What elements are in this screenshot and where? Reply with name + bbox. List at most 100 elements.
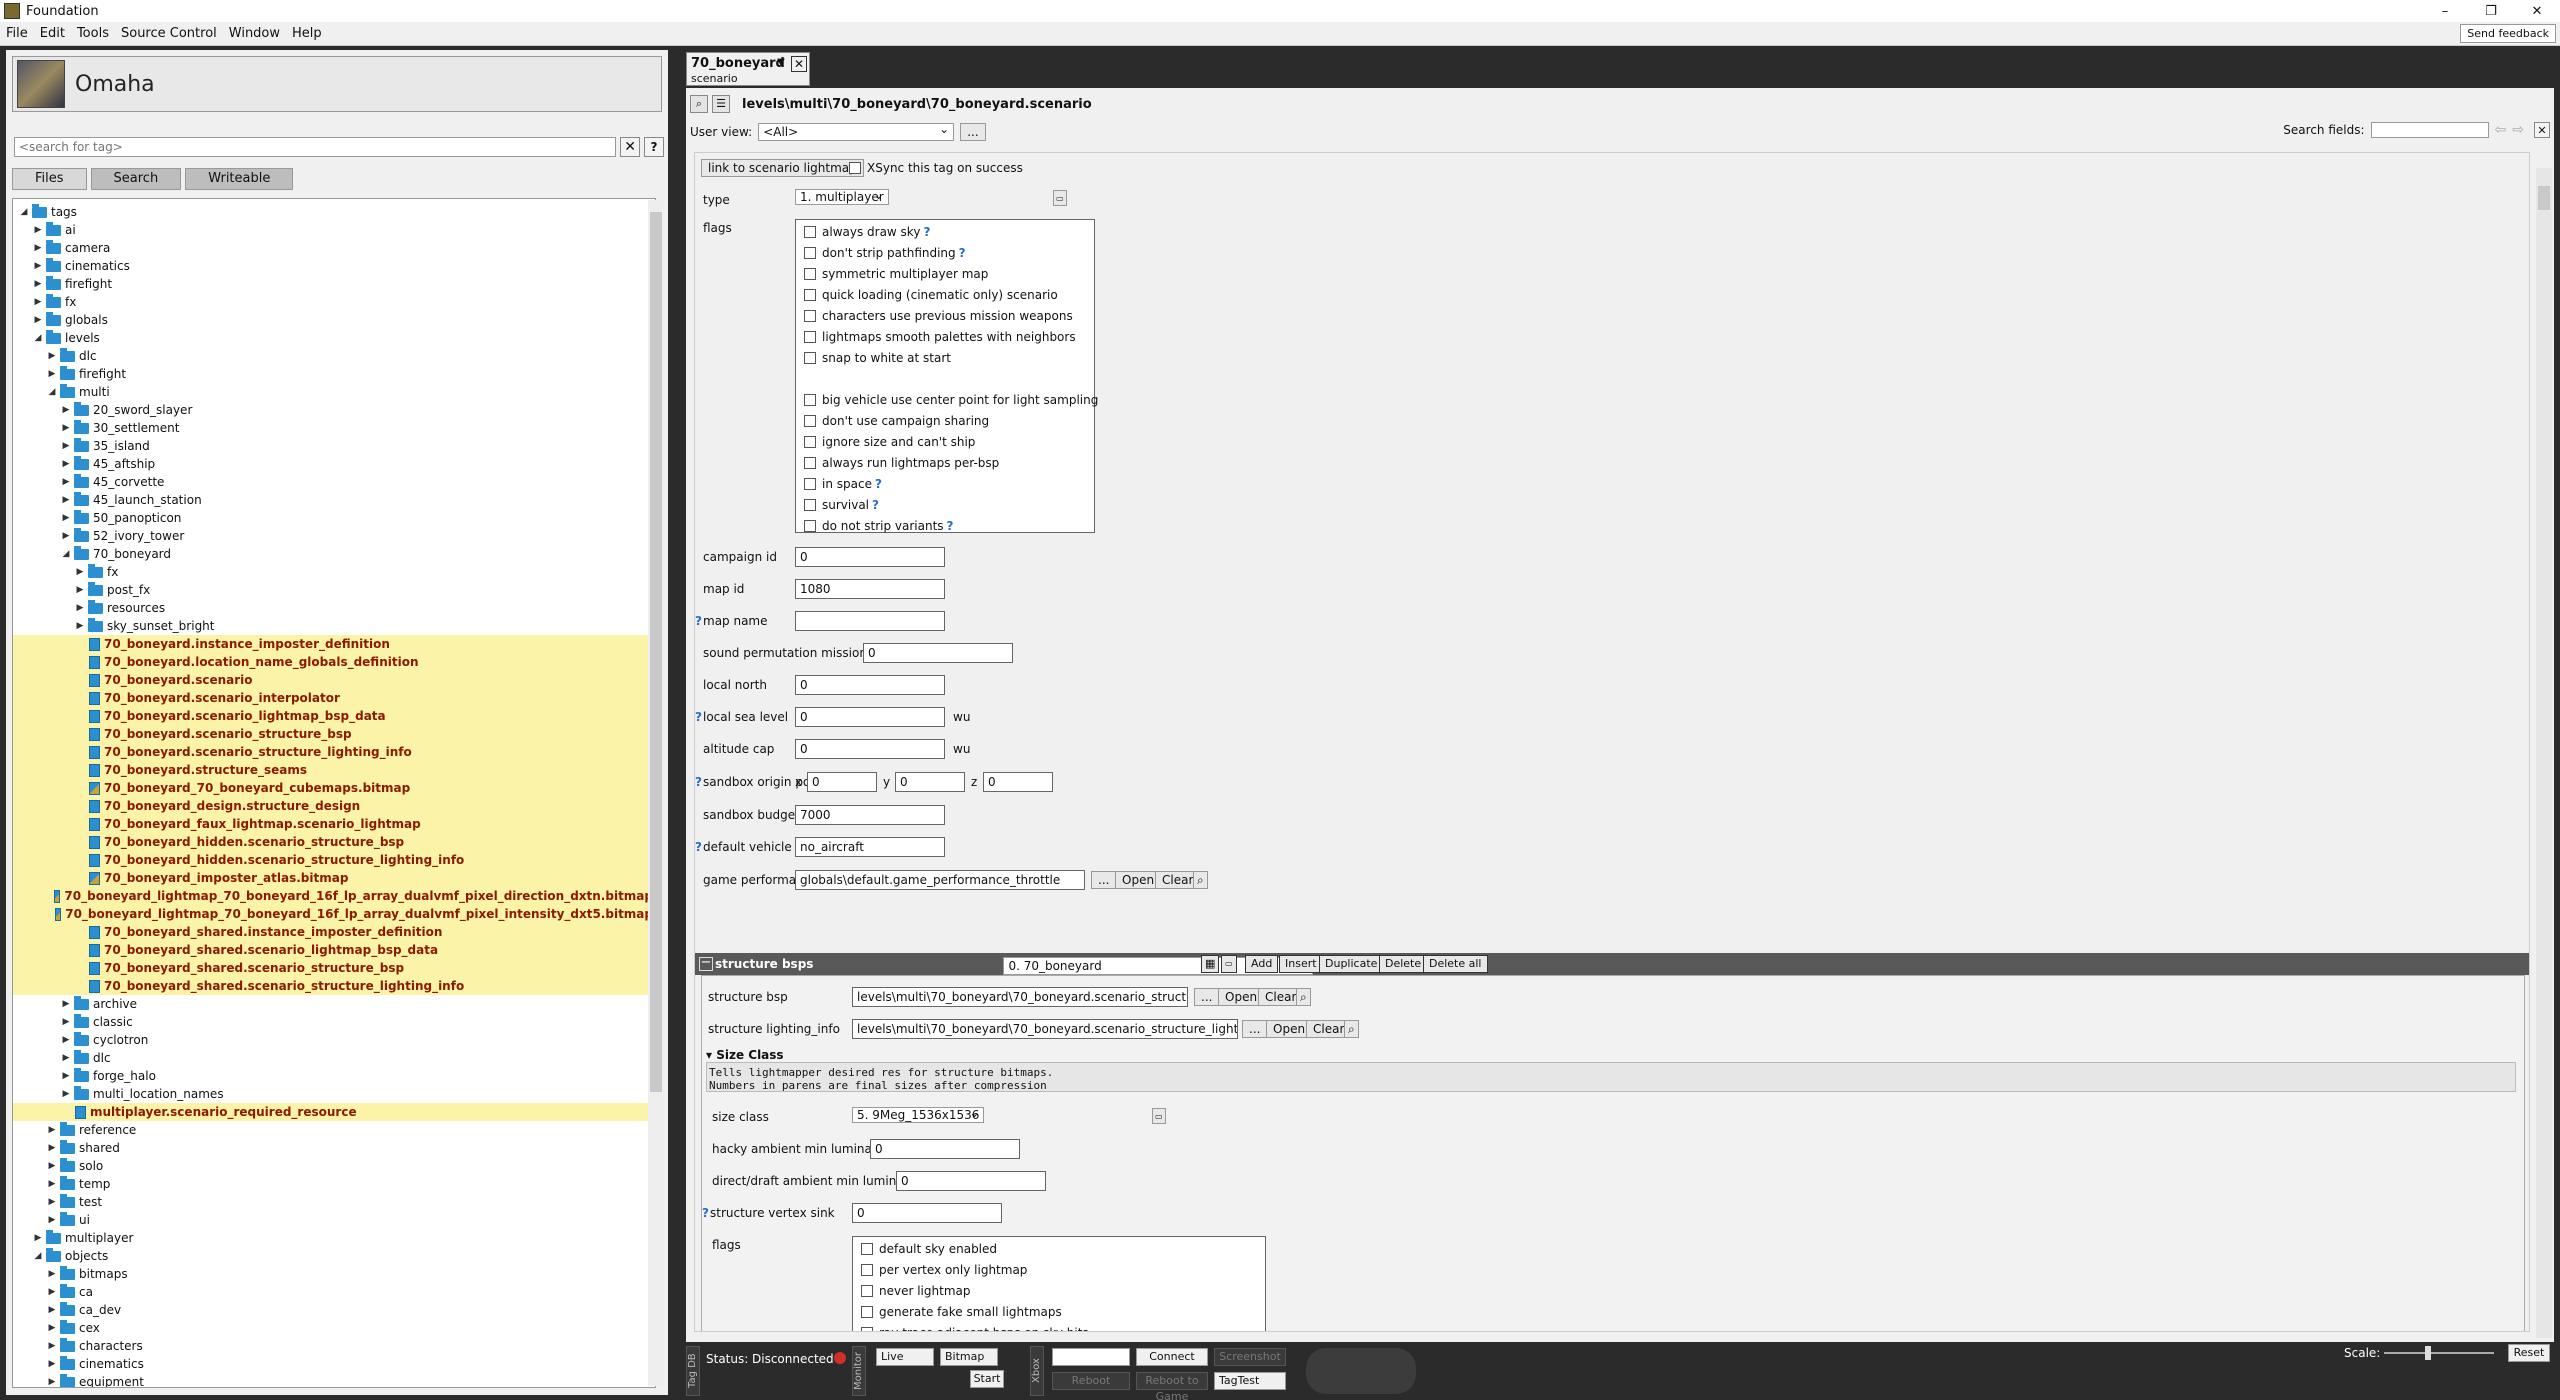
tree-file[interactable]: 70_boneyard.scenario_lightmap_bsp_data [13,707,653,725]
collapsed-arrow-icon[interactable]: ▶ [75,621,85,631]
list-view-icon[interactable]: ☰ [712,95,730,113]
expanded-arrow-icon[interactable]: ◢ [61,549,71,559]
flag-item[interactable]: snap to white at start [796,348,1094,369]
sandbox-origin-y-input[interactable]: 0 [895,772,965,792]
flag-item[interactable]: default sky enabled [853,1239,1265,1260]
collapsed-arrow-icon[interactable]: ▶ [61,441,71,451]
prev-arrow-icon[interactable]: ⇦ [2495,122,2507,138]
flag-item[interactable]: do not strip variants? [796,516,1094,537]
sound-permutation-input[interactable]: 0 [863,643,1013,663]
collapsed-arrow-icon[interactable]: ▶ [47,1179,57,1189]
collapsed-arrow-icon[interactable]: ▶ [33,261,43,271]
map-id-input[interactable]: 1080 [795,579,945,599]
flag-checkbox[interactable] [804,310,816,322]
collapsed-arrow-icon[interactable]: ▶ [75,603,85,613]
tree-file[interactable]: 70_boneyard.scenario_structure_lighting_… [13,743,653,761]
structure-bsp-input[interactable]: levels\multi\70_boneyard\70_boneyard.sce… [852,987,1188,1007]
restore-icon[interactable]: ❐ [2468,0,2514,22]
tree-file[interactable]: 70_boneyard.scenario_structure_bsp [13,725,653,743]
flag-item[interactable]: in space? [796,474,1094,495]
collapsed-arrow-icon[interactable]: ▶ [47,1359,57,1369]
help-icon[interactable]: ? [923,225,930,239]
chevron-down-icon[interactable]: ▼ [773,57,789,71]
flag-checkbox[interactable] [861,1327,873,1331]
add-button[interactable]: Add [1245,955,1279,973]
bitmap-select[interactable]: Bitmap [940,1348,998,1366]
tree-folder[interactable]: ▶ post_fx [13,581,653,599]
collapsed-arrow-icon[interactable]: ▶ [33,243,43,253]
game-performance-input[interactable]: globals\default.game_performance_throttl… [795,870,1085,890]
collapsed-arrow-icon[interactable]: ▶ [33,225,43,235]
xbox-address-input[interactable] [1052,1348,1130,1366]
flag-checkbox[interactable] [804,226,816,238]
start-button[interactable]: Start [970,1370,1004,1388]
tag-search-input[interactable] [14,137,617,157]
tree-folder[interactable]: ▶ ui [13,1211,653,1229]
connect-button[interactable]: Connect [1136,1348,1208,1366]
flag-checkbox[interactable] [861,1264,873,1276]
flag-item[interactable]: per vertex only lightmap [853,1260,1265,1281]
local-sea-level-input[interactable]: 0 [795,707,945,727]
help-icon[interactable]: ? [695,775,702,789]
tree-file[interactable]: 70_boneyard_shared.scenario_lightmap_bsp… [13,941,653,959]
help-icon[interactable]: ? [872,498,879,512]
help-icon[interactable]: ? [947,519,954,533]
flag-item[interactable]: don't strip pathfinding? [796,243,1094,264]
tree-folder[interactable]: ▶ multiplayer [13,1229,653,1247]
tree-folder[interactable]: ▶ dlc [13,1049,653,1067]
search-icon[interactable]: ⌕ [1193,871,1208,889]
reset-button[interactable]: Reset [2508,1344,2550,1362]
tree-folder[interactable]: ▶ cex [13,1319,653,1337]
structure-lighting-input[interactable]: levels\multi\70_boneyard\70_boneyard.sce… [852,1019,1238,1039]
collapsed-arrow-icon[interactable]: ▶ [47,1341,57,1351]
tree-file[interactable]: 70_boneyard.scenario [13,671,653,689]
tree-file[interactable]: multiplayer.scenario_required_resource [13,1103,653,1121]
tree-folder[interactable]: ▶ 35_island [13,437,653,455]
tree-folder[interactable]: ▶ firefight [13,365,653,383]
collapsed-arrow-icon[interactable]: ▶ [61,1089,71,1099]
tree-file[interactable]: 70_boneyard.scenario_interpolator [13,689,653,707]
tree-folder[interactable]: ▶ bitmaps [13,1265,653,1283]
menu-window[interactable]: Window [223,26,286,41]
scrollbar-thumb[interactable] [650,212,662,1092]
tree-file[interactable]: 70_boneyard.location_name_globals_defini… [13,653,653,671]
xsync-checkbox[interactable] [849,162,861,174]
collapsed-arrow-icon[interactable]: ▶ [61,477,71,487]
tree-file[interactable]: 70_boneyard_70_boneyard_cubemaps.bitmap [13,779,653,797]
tree-folder[interactable]: ▶ 52_ivory_tower [13,527,653,545]
flag-item[interactable]: don't use campaign sharing [796,411,1094,432]
flag-item[interactable]: ignore size and can't ship [796,432,1094,453]
tree-folder[interactable]: ▶ ai [13,221,653,239]
flag-checkbox[interactable] [804,478,816,490]
collapsed-arrow-icon[interactable]: ▶ [33,1233,43,1243]
tree-file[interactable]: 70_boneyard.instance_imposter_definition [13,635,653,653]
tree-folder[interactable]: ▶ shared [13,1139,653,1157]
sandbox-origin-x-input[interactable]: 0 [807,772,877,792]
tree-folder[interactable]: ▶ multi_location_names [13,1085,653,1103]
menu-tools[interactable]: Tools [71,26,115,41]
scale-slider-thumb[interactable] [2425,1346,2431,1360]
tree-file[interactable]: 70_boneyard_imposter_atlas.bitmap [13,869,653,887]
tree-folder[interactable]: ▶ sky_sunset_bright [13,617,653,635]
flag-checkbox[interactable] [804,268,816,280]
collapsed-arrow-icon[interactable]: ▶ [47,351,57,361]
collapse-icon[interactable]: − [699,956,713,971]
search-fields-input[interactable] [2370,122,2489,138]
collapsed-arrow-icon[interactable]: ▶ [47,1287,57,1297]
editor-scrollbar[interactable] [2536,168,2552,1338]
xbox-tab[interactable]: Xbox [1030,1346,1044,1396]
tree-folder[interactable]: ▶ 45_aftship [13,455,653,473]
tree-folder[interactable]: ▶ classic [13,1013,653,1031]
default-vehicle-set-input[interactable]: no_aircraft [795,837,945,857]
sandbox-origin-z-input[interactable]: 0 [983,772,1053,792]
flag-item[interactable]: survival? [796,495,1094,516]
collapsed-arrow-icon[interactable]: ▶ [61,1017,71,1027]
tree-file[interactable]: 70_boneyard_faux_lightmap.scenario_light… [13,815,653,833]
tree-folder[interactable]: ▶ 45_launch_station [13,491,653,509]
scale-slider-track[interactable] [2384,1352,2494,1354]
collapsed-arrow-icon[interactable]: ▶ [75,585,85,595]
tree-folder[interactable]: ▶ ca [13,1283,653,1301]
collapsed-arrow-icon[interactable]: ▶ [61,459,71,469]
flag-checkbox[interactable] [804,520,816,532]
menu-edit[interactable]: Edit [34,26,71,41]
